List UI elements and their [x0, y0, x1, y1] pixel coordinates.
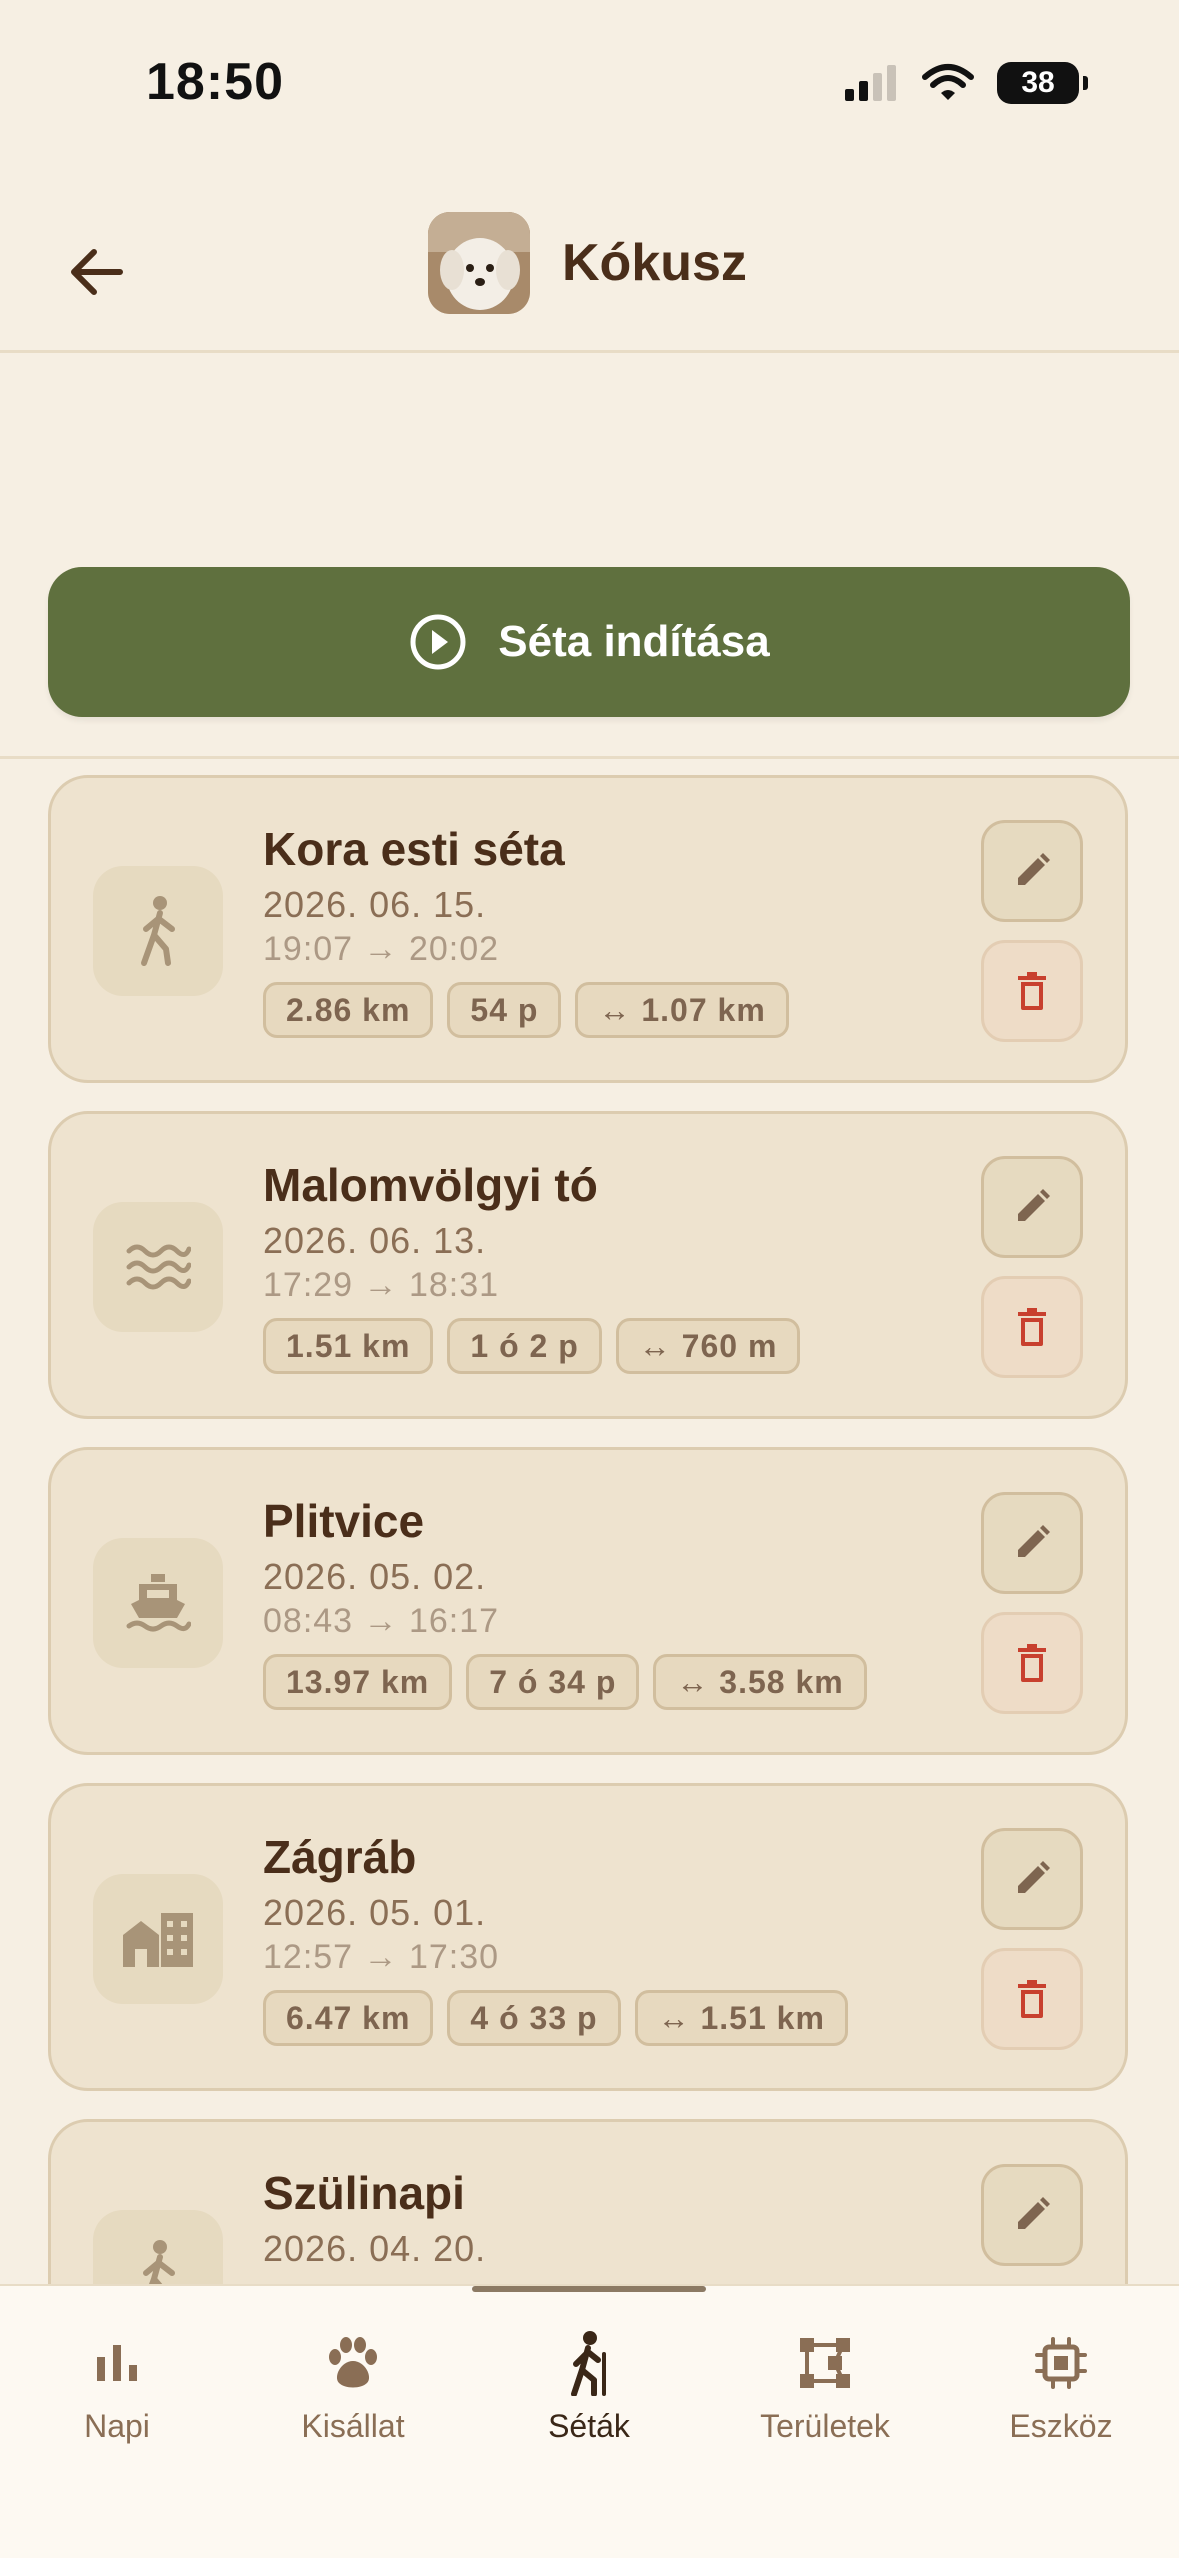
- walk-type-tile: [93, 1202, 223, 1332]
- nav-item-teruletek[interactable]: Területek: [725, 2328, 925, 2445]
- start-walk-button[interactable]: Séta indítása: [48, 567, 1130, 717]
- trash-icon: [1018, 1644, 1046, 1682]
- waves-icon: [126, 1244, 191, 1290]
- header: Kókusz: [0, 190, 1179, 350]
- pencil-icon: [1018, 1189, 1050, 1221]
- walk-date: 2026. 05. 02.: [263, 1556, 487, 1597]
- walk-type-tile: [93, 1874, 223, 2004]
- walk-title: Plitvice: [263, 1495, 425, 1547]
- pencil-icon: [1018, 853, 1050, 885]
- walk-title: Szülinapi: [263, 2167, 465, 2219]
- span-chip: ↔ 1.07 km: [575, 982, 789, 1038]
- status-time: 18:50: [146, 53, 284, 111]
- pencil-icon: [1018, 1525, 1050, 1557]
- walk-card[interactable]: Szülinapi 2026. 04. 20.: [48, 2119, 1128, 2287]
- walk-card[interactable]: Zágráb 2026. 05. 01. 12:57 → 17:30 6.47 …: [48, 1783, 1128, 2091]
- delete-walk-button[interactable]: [981, 1612, 1083, 1714]
- nav-label: Területek: [760, 2408, 890, 2444]
- walk-list: Kora esti séta 2026. 06. 15. 19:07 → 20:…: [0, 756, 1179, 2287]
- edit-walk-button[interactable]: [981, 1156, 1083, 1258]
- duration-chip: 4 ó 33 p: [447, 1990, 621, 2046]
- status-icons: 38: [843, 62, 1088, 104]
- walk-type-tile: [93, 2210, 223, 2287]
- bottom-navigation: Napi Kisállat Séták Területek Eszköz: [0, 2284, 1179, 2558]
- cellular-signal-icon: [845, 65, 896, 101]
- walk-type-tile: [93, 866, 223, 996]
- walk-time-range: 19:07 → 20:02: [263, 930, 500, 968]
- distance-chip: 13.97 km: [263, 1654, 453, 1710]
- pencil-icon: [1018, 1861, 1050, 1893]
- city-icon: [123, 1913, 193, 1967]
- walk-date: 2026. 06. 15.: [263, 884, 487, 925]
- duration-chip: 1 ó 2 p: [447, 1318, 602, 1374]
- battery-level: 38: [1021, 66, 1055, 99]
- trash-icon: [1018, 972, 1046, 1010]
- duration-chip: 54 p: [447, 982, 562, 1038]
- nav-item-napi[interactable]: Napi: [17, 2328, 217, 2445]
- nav-item-kisallat[interactable]: Kisállat: [253, 2328, 453, 2445]
- paw-icon: [329, 2337, 377, 2388]
- active-tab-indicator: [472, 2286, 706, 2292]
- walk-title: Kora esti séta: [263, 823, 565, 875]
- walk-card[interactable]: Malomvölgyi tó 2026. 06. 13. 17:29 → 18:…: [48, 1111, 1128, 1419]
- battery-icon: 38: [997, 62, 1088, 104]
- walk-title: Zágráb: [263, 1831, 417, 1883]
- pet-name: Kókusz: [562, 234, 747, 292]
- nav-label: Eszköz: [1009, 2408, 1113, 2444]
- walk-stats: 13.97 km 7 ó 34 p ↔ 3.58 km: [263, 1654, 867, 1710]
- distance-chip: 1.51 km: [263, 1318, 434, 1374]
- edit-walk-button[interactable]: [981, 1828, 1083, 1930]
- pencil-icon: [1018, 2197, 1050, 2229]
- walk-stats: 6.47 km 4 ó 33 p ↔ 1.51 km: [263, 1990, 848, 2046]
- delete-walk-button[interactable]: [981, 1948, 1083, 2050]
- arrow-left-icon: [71, 249, 123, 295]
- walk-stats: 1.51 km 1 ó 2 p ↔ 760 m: [263, 1318, 801, 1374]
- pet-avatar: [428, 212, 530, 314]
- nav-label: Napi: [84, 2408, 150, 2444]
- pet-header: Kókusz: [428, 212, 747, 314]
- boat-icon: [126, 1574, 191, 1632]
- status-bar: 18:50 38: [0, 0, 1179, 150]
- walk-date: 2026. 04. 20.: [263, 2228, 487, 2269]
- trash-icon: [1018, 1980, 1046, 2018]
- header-divider: [0, 350, 1179, 353]
- edit-walk-button[interactable]: [981, 2164, 1083, 2266]
- nav-label: Séták: [548, 2408, 630, 2444]
- walking-person-icon: [141, 896, 175, 966]
- dog-photo: [428, 212, 530, 314]
- trash-icon: [1018, 1308, 1046, 1346]
- span-chip: ↔ 3.58 km: [653, 1654, 867, 1710]
- chip-icon: [1035, 2337, 1087, 2389]
- delete-walk-button[interactable]: [981, 1276, 1083, 1378]
- bar-chart-icon: [97, 2345, 137, 2381]
- walk-stats: 2.86 km 54 p ↔ 1.07 km: [263, 982, 789, 1038]
- walk-time-range: 17:29 → 18:31: [263, 1266, 500, 1304]
- walk-title: Malomvölgyi tó: [263, 1159, 598, 1211]
- walk-time-range: 08:43 → 16:17: [263, 1602, 500, 1640]
- hiking-icon: [571, 2331, 606, 2396]
- polygon-icon: [800, 2338, 850, 2388]
- edit-walk-button[interactable]: [981, 1492, 1083, 1594]
- span-chip: ↔ 1.51 km: [634, 1990, 848, 2046]
- delete-walk-button[interactable]: [981, 940, 1083, 1042]
- play-circle-icon: [410, 614, 466, 670]
- duration-chip: 7 ó 34 p: [466, 1654, 640, 1710]
- span-chip: ↔ 760 m: [615, 1318, 801, 1374]
- walking-person-icon: [143, 2240, 175, 2287]
- distance-chip: 6.47 km: [263, 1990, 434, 2046]
- walk-card[interactable]: Plitvice 2026. 05. 02. 08:43 → 16:17 13.…: [48, 1447, 1128, 1755]
- walk-type-tile: [93, 1538, 223, 1668]
- back-button[interactable]: [54, 230, 138, 314]
- nav-item-eszkoz[interactable]: Eszköz: [961, 2328, 1161, 2445]
- nav-label: Kisállat: [301, 2408, 405, 2444]
- start-walk-label: Séta indítása: [498, 617, 770, 666]
- walk-date: 2026. 06. 13.: [263, 1220, 487, 1261]
- wifi-icon: [922, 64, 974, 100]
- walk-time-range: 12:57 → 17:30: [263, 1938, 500, 1976]
- distance-chip: 2.86 km: [263, 982, 434, 1038]
- edit-walk-button[interactable]: [981, 820, 1083, 922]
- nav-item-setak[interactable]: Séták: [489, 2328, 689, 2445]
- walk-card[interactable]: Kora esti séta 2026. 06. 15. 19:07 → 20:…: [48, 775, 1128, 1083]
- walk-date: 2026. 05. 01.: [263, 1892, 487, 1933]
